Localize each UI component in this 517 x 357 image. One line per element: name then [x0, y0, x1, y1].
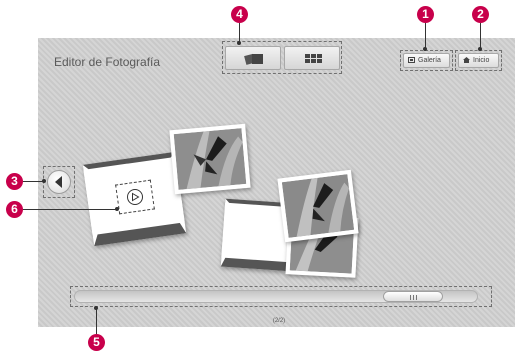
app-title: Editor de Fotografía — [54, 55, 161, 69]
callout-5-leader — [96, 309, 97, 334]
stacked-photos-icon — [244, 53, 263, 65]
gallery-button[interactable]: Galería — [403, 53, 450, 68]
callout-2: 2 — [472, 6, 489, 23]
page-indicator: (2/2) — [272, 318, 286, 324]
callout-4-leader — [239, 23, 240, 43]
callout-3-dot — [42, 179, 46, 183]
left-arrow-icon — [55, 176, 62, 188]
callout-2-dot — [478, 47, 482, 51]
scrollbar-track[interactable] — [74, 290, 478, 303]
stack-view-button[interactable] — [225, 46, 281, 70]
butterfly-photo-frame[interactable] — [169, 123, 251, 195]
callout-5: 5 — [88, 334, 105, 351]
grip-icon — [410, 295, 417, 300]
gallery-label: Galería — [418, 57, 441, 64]
butterfly-photo-3 — [281, 174, 355, 238]
gallery-icon — [408, 57, 415, 63]
home-label: Inicio — [473, 57, 490, 64]
grid-icon — [305, 54, 322, 63]
callout-2-leader — [480, 23, 481, 49]
callout-6-leader — [23, 209, 117, 210]
callout-1-dot — [423, 47, 427, 51]
play-icon[interactable] — [125, 187, 145, 207]
callout-6-dot — [115, 207, 119, 211]
callout-5-dot — [94, 306, 98, 310]
callout-4-dot — [237, 41, 241, 45]
back-button[interactable] — [47, 170, 71, 194]
butterfly-photo-frame-3[interactable] — [277, 169, 359, 243]
butterfly-photo — [173, 128, 247, 190]
callout-1-leader — [425, 23, 426, 49]
callout-3: 3 — [6, 173, 23, 190]
grid-view-button[interactable] — [284, 46, 340, 70]
scrollbar-thumb[interactable] — [383, 291, 443, 302]
home-icon — [463, 57, 470, 63]
home-button[interactable]: Inicio — [458, 53, 499, 68]
callout-6: 6 — [6, 201, 23, 218]
callout-4: 4 — [231, 6, 248, 23]
callout-1: 1 — [417, 6, 434, 23]
